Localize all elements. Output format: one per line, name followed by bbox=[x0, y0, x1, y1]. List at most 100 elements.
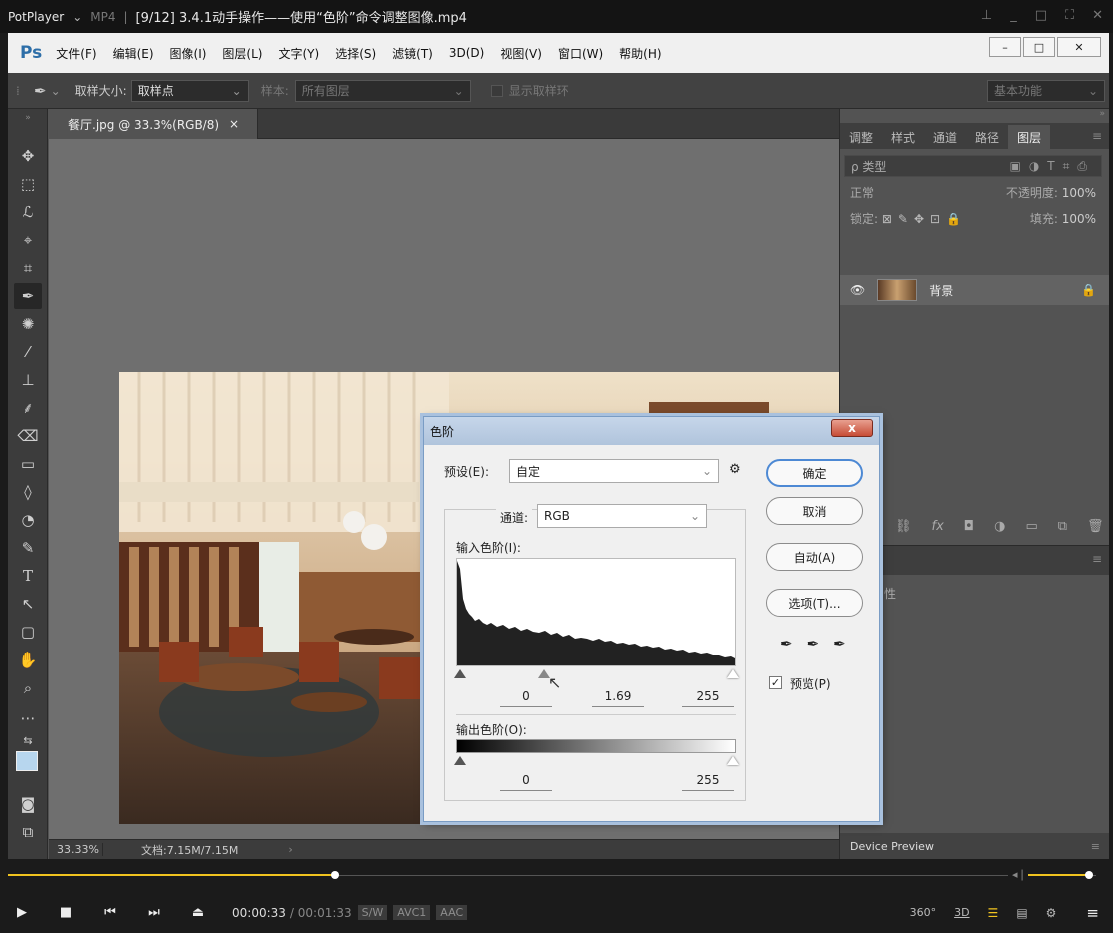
tab-paths[interactable]: 路径 bbox=[966, 125, 1008, 149]
channel-select[interactable]: RGB ⌄ bbox=[537, 504, 707, 528]
equalizer-icon[interactable]: ☰ bbox=[988, 906, 999, 920]
fill-value[interactable]: 100% bbox=[1062, 212, 1096, 226]
tab-adjustments[interactable]: 调整 bbox=[840, 125, 882, 149]
tag-sw[interactable]: S/W bbox=[357, 905, 388, 920]
gear-icon[interactable]: ⚙ bbox=[1046, 906, 1057, 920]
close-icon[interactable]: ✕ bbox=[1057, 37, 1101, 57]
menu-3d[interactable]: 3D(D) bbox=[449, 46, 484, 60]
black-eyedropper-icon[interactable]: ✒ bbox=[780, 635, 793, 653]
levels-title-bar[interactable]: 色阶 x bbox=[424, 417, 879, 445]
previous-icon[interactable]: ⏮ bbox=[88, 905, 132, 920]
layer-name[interactable]: 背景 bbox=[929, 282, 953, 299]
menu-window[interactable]: 窗口(W) bbox=[558, 45, 603, 62]
volume-icon[interactable]: ◂❘ bbox=[1012, 868, 1027, 881]
tools-collapse-icon[interactable]: » bbox=[14, 111, 42, 125]
screen-mode-icon[interactable]: ⧉ bbox=[14, 819, 42, 845]
gear-icon[interactable]: ⚙ bbox=[729, 462, 741, 477]
device-preview-tab[interactable]: Device Preview bbox=[850, 840, 934, 853]
history-brush-tool-icon[interactable]: ⸙ bbox=[14, 395, 42, 421]
eraser-tool-icon[interactable]: ⌫ bbox=[14, 423, 42, 449]
blend-mode-select[interactable]: 正常 bbox=[850, 184, 874, 201]
fx-icon[interactable]: fx bbox=[932, 519, 944, 534]
stamp-tool-icon[interactable]: ⊥ bbox=[14, 367, 42, 393]
output-black-field[interactable]: 0 bbox=[500, 773, 552, 791]
panel-menu-icon[interactable]: ≡ bbox=[1092, 552, 1102, 566]
input-black-field[interactable]: 0 bbox=[500, 689, 552, 707]
show-ring-checkbox[interactable] bbox=[490, 84, 503, 97]
preview-checkbox[interactable]: ✓ bbox=[769, 676, 782, 689]
document-tab[interactable]: 餐厅.jpg @ 33.3%(RGB/8) × bbox=[48, 109, 258, 139]
close-icon[interactable]: ✕ bbox=[1092, 8, 1103, 23]
tag-avc1[interactable]: AVC1 bbox=[393, 905, 431, 920]
marquee-tool-icon[interactable]: ⬚ bbox=[14, 171, 42, 197]
foreground-color-swatch[interactable] bbox=[16, 751, 38, 771]
move-tool-icon[interactable]: ✥ bbox=[14, 143, 42, 169]
quick-select-tool-icon[interactable]: ⌖ bbox=[14, 227, 42, 253]
menu-type[interactable]: 文字(Y) bbox=[278, 45, 319, 62]
menu-file[interactable]: 文件(F) bbox=[56, 45, 96, 62]
shape-tool-icon[interactable]: ▢ bbox=[14, 619, 42, 645]
sample-size-select[interactable]: 取样点 ⌄ bbox=[130, 79, 249, 102]
eye-icon[interactable]: 👁 bbox=[850, 283, 865, 297]
menu-select[interactable]: 选择(S) bbox=[335, 45, 376, 62]
hand-tool-icon[interactable]: ✋ bbox=[14, 647, 42, 673]
minimize-icon[interactable]: _ bbox=[1010, 8, 1017, 23]
eyedropper-tool-icon[interactable]: ✒ bbox=[14, 283, 42, 309]
gradient-tool-icon[interactable]: ▭ bbox=[14, 451, 42, 477]
menu-edit[interactable]: 编辑(E) bbox=[113, 45, 154, 62]
lock-icons[interactable]: ⊠✎✥⊡🔒 bbox=[882, 212, 967, 226]
type-tool-icon[interactable]: T bbox=[14, 563, 42, 589]
tab-layers[interactable]: 图层 bbox=[1008, 125, 1051, 149]
panel-menu-icon[interactable]: ≡ bbox=[1092, 129, 1102, 143]
3d-button[interactable]: 3D bbox=[954, 906, 969, 919]
layer-kind-filter[interactable]: ρ 类型 ▣◑T⌗⎙ bbox=[844, 155, 1102, 177]
cancel-button[interactable]: 取消 bbox=[766, 497, 863, 525]
menu-help[interactable]: 帮助(H) bbox=[619, 45, 661, 62]
seek-handle[interactable] bbox=[331, 871, 339, 879]
opacity-value[interactable]: 100% bbox=[1062, 186, 1096, 200]
filter-icons[interactable]: ▣◑T⌗⎙ bbox=[1010, 159, 1096, 174]
lasso-tool-icon[interactable]: ℒ bbox=[14, 199, 42, 225]
pen-tool-icon[interactable]: ✎ bbox=[14, 535, 42, 561]
gray-eyedropper-icon[interactable]: ✒ bbox=[807, 635, 820, 653]
time-current[interactable]: 00:00:33 bbox=[232, 906, 286, 920]
tab-styles[interactable]: 样式 bbox=[882, 125, 924, 149]
minimize-icon[interactable]: – bbox=[989, 37, 1021, 57]
crop-tool-icon[interactable]: ⌗ bbox=[14, 255, 42, 281]
chevron-down-icon[interactable]: ⌄ bbox=[51, 84, 61, 98]
close-icon[interactable]: × bbox=[229, 117, 239, 131]
fullscreen-icon[interactable]: ⛶ bbox=[1065, 8, 1074, 23]
white-eyedropper-icon[interactable]: ✒ bbox=[833, 635, 846, 653]
close-icon[interactable]: x bbox=[831, 419, 873, 437]
stop-icon[interactable]: ■ bbox=[44, 905, 88, 920]
next-icon[interactable]: ⏭ bbox=[132, 905, 176, 920]
preset-select[interactable]: 自定 ⌄ bbox=[509, 459, 719, 483]
output-black-slider[interactable] bbox=[454, 756, 466, 765]
eject-icon[interactable]: ⏏ bbox=[176, 905, 220, 920]
adjustment-icon[interactable]: ◑ bbox=[994, 519, 1005, 534]
new-layer-icon[interactable]: ⧉ bbox=[1058, 519, 1067, 534]
menu-layer[interactable]: 图层(L) bbox=[222, 45, 262, 62]
workspace-select[interactable]: 基本功能 ⌄ bbox=[987, 79, 1105, 102]
maximize-icon[interactable]: □ bbox=[1023, 37, 1055, 57]
menu-filter[interactable]: 滤镜(T) bbox=[392, 45, 433, 62]
input-black-slider[interactable] bbox=[454, 669, 466, 678]
input-white-slider[interactable] bbox=[727, 669, 739, 678]
chevron-down-icon[interactable]: ⌄ bbox=[72, 10, 82, 24]
maximize-icon[interactable]: □ bbox=[1035, 8, 1047, 23]
link-icon[interactable]: ⛓ bbox=[895, 519, 912, 534]
panel-collapse-icon[interactable]: » bbox=[1099, 109, 1105, 119]
input-white-field[interactable]: 255 bbox=[682, 689, 734, 707]
output-white-field[interactable]: 255 bbox=[682, 773, 734, 791]
tag-aac[interactable]: AAC bbox=[436, 905, 468, 920]
volume-handle[interactable] bbox=[1085, 871, 1094, 879]
mask-icon[interactable]: ◘ bbox=[964, 519, 974, 534]
vr-360-button[interactable]: 360° bbox=[910, 906, 937, 919]
layer-row[interactable]: 👁 背景 🔒 bbox=[840, 275, 1109, 305]
input-gamma-field[interactable]: 1.69 bbox=[592, 689, 644, 707]
player-app-name[interactable]: PotPlayer bbox=[8, 10, 64, 24]
eyedropper-icon[interactable]: ✒ bbox=[34, 82, 47, 100]
menu-image[interactable]: 图像(I) bbox=[170, 45, 207, 62]
status-expand-icon[interactable]: › bbox=[288, 843, 292, 856]
menu-view[interactable]: 视图(V) bbox=[500, 45, 542, 62]
